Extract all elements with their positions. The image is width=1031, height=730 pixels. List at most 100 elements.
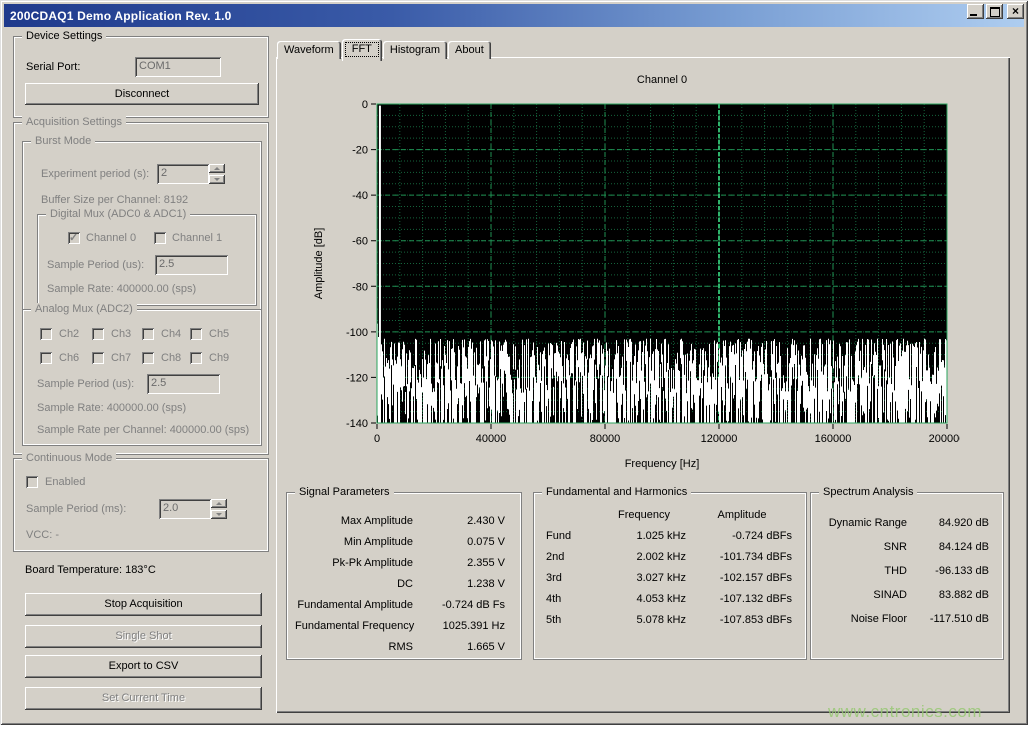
- continuous-sample-period-field: 2.0: [159, 499, 211, 519]
- tab-waveform[interactable]: Waveform: [277, 41, 341, 59]
- tab-fft[interactable]: FFT: [342, 39, 382, 61]
- param-value: 0.075 V: [417, 536, 505, 548]
- channel1-label: Channel 1: [172, 232, 222, 244]
- svg-text:-140: -140: [346, 418, 368, 430]
- ch4-checkbox: [142, 328, 154, 340]
- frequency-column-header: Frequency: [594, 509, 694, 521]
- param-label: Max Amplitude: [295, 515, 413, 527]
- app-window: 200CDAQ1 Demo Application Rev. 1.0 × Dev…: [0, 0, 1028, 725]
- device-settings-group: Device Settings Serial Port: COM1 Discon…: [13, 36, 269, 118]
- svg-text:0: 0: [374, 433, 380, 445]
- spin-down-icon: [216, 513, 222, 516]
- experiment-period-label: Experiment period (s):: [41, 168, 149, 180]
- param-label: RMS: [295, 641, 413, 653]
- param-value: 1025.391 Hz: [417, 620, 505, 632]
- close-button[interactable]: ×: [1007, 4, 1024, 19]
- tab-about[interactable]: About: [448, 41, 491, 59]
- spectrum-label: SINAD: [819, 589, 907, 601]
- ch8-label: Ch8: [161, 352, 181, 364]
- digital-sample-period-field: 2.5: [155, 255, 228, 275]
- param-label: DC: [295, 578, 413, 590]
- spectrum-value: -96.133 dB: [911, 565, 989, 577]
- param-value: 2.430 V: [417, 515, 505, 527]
- svg-text:0: 0: [362, 99, 368, 111]
- spin-down-button: [209, 175, 225, 184]
- watermark: www.cntronics.com: [828, 702, 982, 722]
- spectrum-value: 84.920 dB: [911, 517, 989, 529]
- window-title: 200CDAQ1 Demo Application Rev. 1.0: [4, 9, 232, 23]
- param-label: Min Amplitude: [295, 536, 413, 548]
- ch8-checkbox: [142, 352, 154, 364]
- channel0-checkbox: [68, 232, 80, 244]
- acquisition-settings-group: Acquisition Settings Burst Mode Experime…: [13, 122, 269, 455]
- ch9-label: Ch9: [209, 352, 229, 364]
- svg-text:-80: -80: [352, 281, 368, 293]
- continuous-sample-period-stepper: [211, 499, 227, 519]
- harmonic-frequency: 2.002 kHz: [594, 551, 686, 563]
- disconnect-button[interactable]: Disconnect: [25, 83, 259, 105]
- signal-parameters-group: Signal Parameters Max Amplitude2.430 V M…: [286, 492, 522, 660]
- desktop: 200CDAQ1 Demo Application Rev. 1.0 × Dev…: [0, 0, 1031, 730]
- analog-mux-group: Analog Mux (ADC2) Ch2 Ch3 Ch4 Ch5 Ch6 Ch…: [22, 309, 262, 446]
- channel0-label: Channel 0: [86, 232, 136, 244]
- harmonic-frequency: 3.027 kHz: [594, 572, 686, 584]
- param-value: 2.355 V: [417, 557, 505, 569]
- svg-text:Amplitude [dB]: Amplitude [dB]: [313, 228, 325, 300]
- minimize-icon: [970, 14, 977, 16]
- spectrum-value: 83.882 dB: [911, 589, 989, 601]
- harmonics-group: Fundamental and Harmonics Frequency Ampl…: [533, 492, 807, 660]
- window-controls: ×: [965, 4, 1024, 19]
- title-bar[interactable]: 200CDAQ1 Demo Application Rev. 1.0: [4, 4, 1024, 27]
- export-to-csv-button[interactable]: Export to CSV: [25, 655, 262, 678]
- svg-text:-40: -40: [352, 190, 368, 202]
- harmonic-name: 4th: [546, 593, 561, 605]
- harmonic-name: 3rd: [546, 572, 562, 584]
- ch2-label: Ch2: [59, 328, 79, 340]
- ch6-checkbox: [40, 352, 52, 364]
- param-label: Fundamental Amplitude: [295, 599, 413, 611]
- chart-title: Channel 0: [377, 74, 947, 86]
- svg-text:Frequency [Hz]: Frequency [Hz]: [625, 458, 700, 470]
- tab-histogram[interactable]: Histogram: [383, 41, 447, 59]
- experiment-period-field: 2: [157, 164, 209, 184]
- harmonic-amplitude: -107.132 dBFs: [689, 593, 792, 605]
- harmonic-frequency: 5.078 kHz: [594, 614, 686, 626]
- minimize-button[interactable]: [967, 4, 984, 19]
- ch3-label: Ch3: [111, 328, 131, 340]
- harmonic-amplitude: -0.724 dBFs: [689, 530, 792, 542]
- ch9-checkbox: [190, 352, 202, 364]
- spin-down-icon: [214, 178, 220, 181]
- ch2-checkbox: [40, 328, 52, 340]
- ch4-label: Ch4: [161, 328, 181, 340]
- stop-acquisition-button[interactable]: Stop Acquisition: [25, 593, 262, 616]
- spectrum-label: Noise Floor: [819, 613, 907, 625]
- acquisition-settings-legend: Acquisition Settings: [22, 116, 126, 128]
- ch6-label: Ch6: [59, 352, 79, 364]
- ch5-checkbox: [190, 328, 202, 340]
- spin-down-button: [211, 510, 227, 519]
- svg-text:-100: -100: [346, 327, 368, 339]
- svg-text:80000: 80000: [590, 433, 621, 445]
- harmonic-name: 2nd: [546, 551, 564, 563]
- analog-sample-period-field: 2.5: [147, 374, 220, 394]
- analog-sample-period-label: Sample Period (us):: [37, 378, 134, 390]
- maximize-button[interactable]: [986, 4, 1003, 19]
- svg-text:200000: 200000: [929, 433, 960, 445]
- continuous-mode-group: Continuous Mode Enabled Sample Period (m…: [13, 458, 269, 552]
- param-value: 1.665 V: [417, 641, 505, 653]
- digital-sample-rate-text: Sample Rate: 400000.00 (sps): [47, 283, 196, 295]
- spectrum-label: SNR: [819, 541, 907, 553]
- continuous-sample-period-label: Sample Period (ms):: [26, 503, 126, 515]
- ch5-label: Ch5: [209, 328, 229, 340]
- spin-up-icon: [216, 502, 222, 505]
- single-shot-button: Single Shot: [25, 625, 262, 648]
- param-value: -0.724 dB Fs: [417, 599, 505, 611]
- digital-mux-group: Digital Mux (ADC0 & ADC1) Channel 0 Chan…: [37, 214, 257, 306]
- focus-rect: [345, 42, 379, 57]
- channel1-checkbox: [154, 232, 166, 244]
- param-value: 1.238 V: [417, 578, 505, 590]
- serial-port-field: COM1: [135, 57, 221, 77]
- tab-strip: Waveform FFT Histogram About: [277, 39, 492, 59]
- fft-chart[interactable]: 0-20-40-60-80-100-120-140040000800001200…: [300, 93, 960, 473]
- ch7-checkbox: [92, 352, 104, 364]
